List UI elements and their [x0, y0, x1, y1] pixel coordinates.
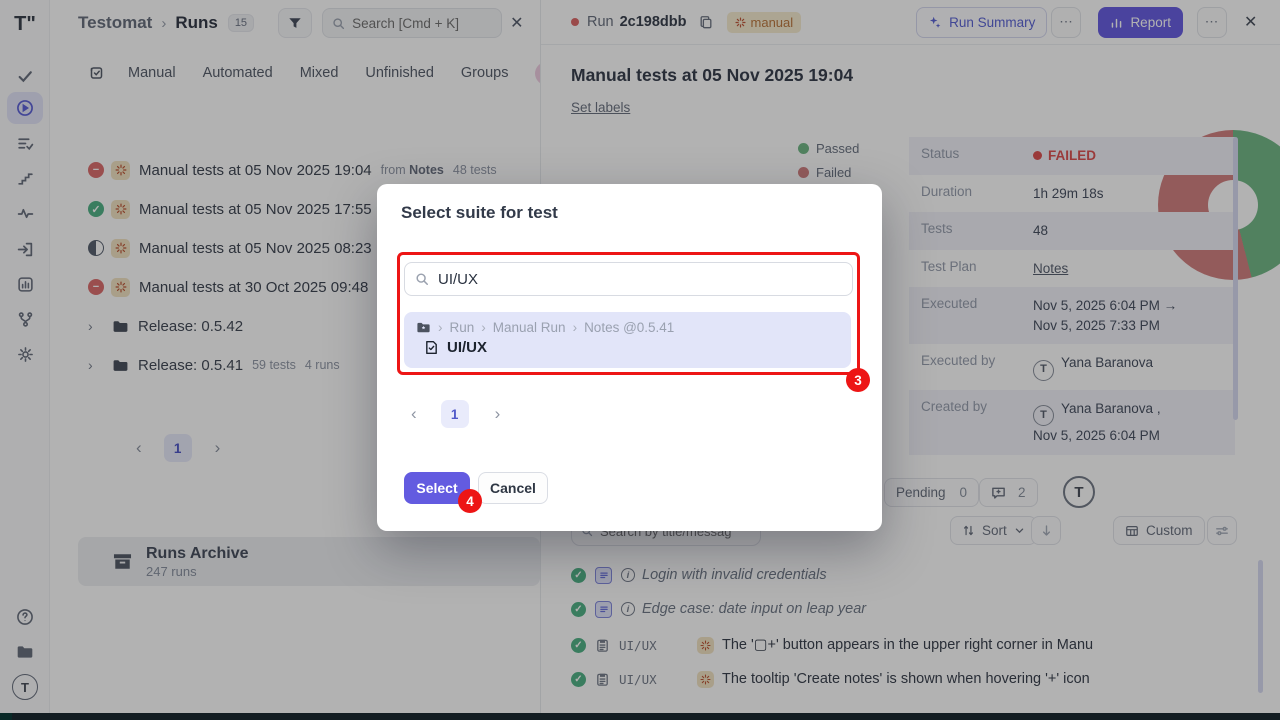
annotation-step-3: 3 [846, 368, 870, 392]
crumb-separator: › [481, 320, 486, 335]
crumb-run: Run [450, 320, 475, 335]
crumb-separator: › [438, 320, 443, 335]
annotation-step-4: 4 [458, 489, 482, 513]
modal-title: Select suite for test [401, 203, 558, 223]
suite-result-item[interactable]: › Run › Manual Run › Notes @0.5.41 UI/UX [404, 312, 851, 368]
cancel-button[interactable]: Cancel [478, 472, 548, 504]
app-root: T" [0, 0, 1280, 720]
crumb-separator: › [573, 320, 578, 335]
modal-pagination-prev[interactable]: ‹ [411, 404, 417, 424]
modal-pagination-page-1[interactable]: 1 [441, 400, 469, 428]
modal-pagination-next[interactable]: › [495, 404, 501, 424]
crumb-notes-version: Notes @0.5.41 [584, 320, 674, 335]
modal-pagination: ‹ 1 › [411, 400, 500, 428]
crumb-manual-run: Manual Run [493, 320, 566, 335]
doc-check-icon [424, 340, 439, 355]
search-icon [415, 272, 429, 286]
suite-search-input[interactable] [438, 271, 828, 288]
select-suite-modal: Select suite for test › Run › Manual Run… [377, 184, 882, 531]
folder-home-icon [416, 320, 431, 335]
suite-result-name: UI/UX [447, 339, 487, 356]
suite-search[interactable] [404, 262, 853, 296]
